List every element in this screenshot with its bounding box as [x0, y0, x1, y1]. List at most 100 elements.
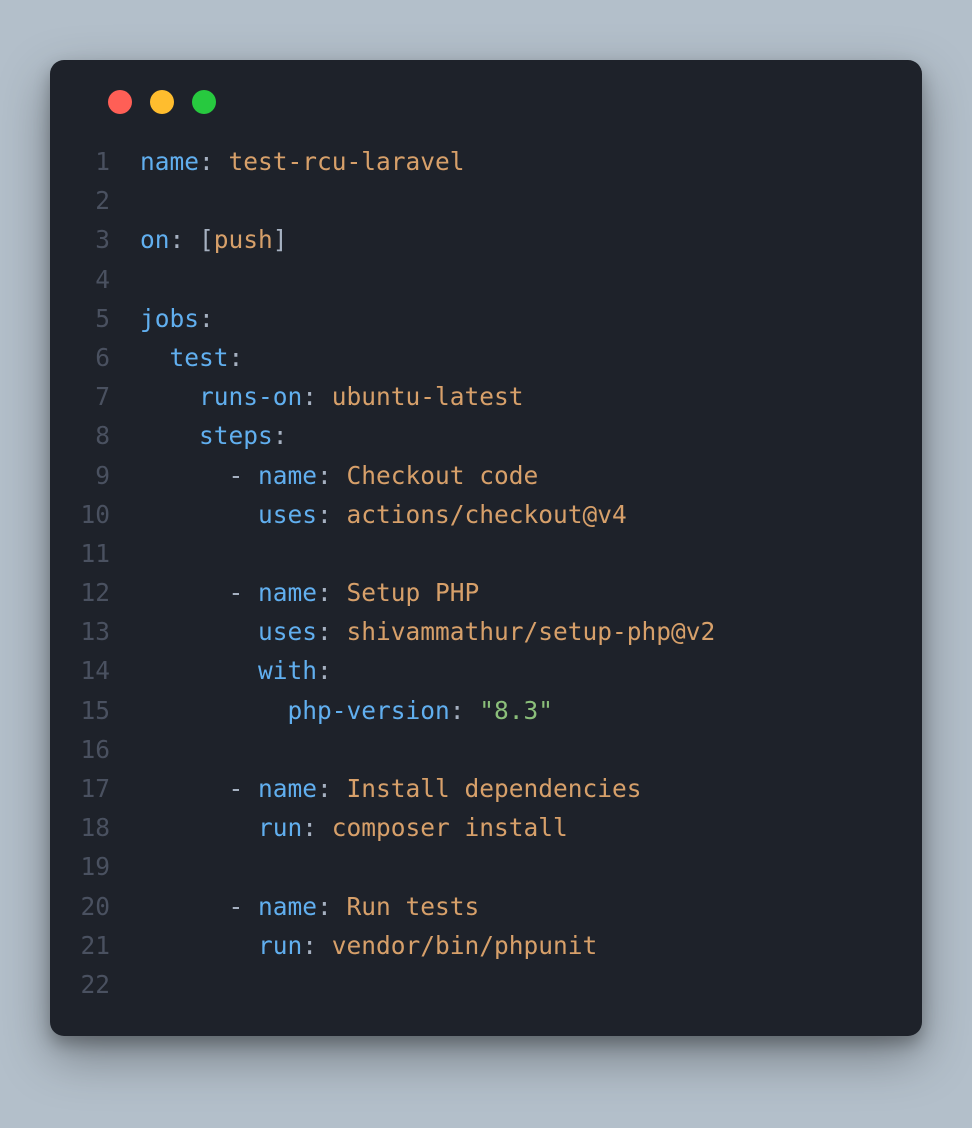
line-content	[140, 260, 886, 299]
line-content: - name: Setup PHP	[140, 573, 886, 612]
line-content	[140, 847, 886, 886]
code-token: uses	[258, 617, 317, 646]
line-content	[140, 181, 886, 220]
code-token	[140, 931, 258, 960]
code-token: :	[229, 343, 244, 372]
code-token: :	[317, 656, 332, 685]
code-token: Install dependencies	[347, 774, 642, 803]
code-token	[140, 617, 258, 646]
code-line: 1name: test-rcu-laravel	[50, 142, 886, 181]
line-number: 11	[50, 534, 140, 573]
line-content: with:	[140, 651, 886, 690]
line-number: 14	[50, 651, 140, 690]
code-token: ]	[273, 225, 288, 254]
line-content: run: vendor/bin/phpunit	[140, 926, 886, 965]
code-token: Setup PHP	[347, 578, 480, 607]
line-content: uses: shivammathur/setup-php@v2	[140, 612, 886, 651]
line-content: test:	[140, 338, 886, 377]
code-token: :	[317, 500, 347, 529]
code-line: 11	[50, 534, 886, 573]
code-token: push	[214, 225, 273, 254]
line-content: steps:	[140, 416, 886, 455]
code-token: name	[140, 147, 199, 176]
line-content	[140, 534, 886, 573]
code-line: 22	[50, 965, 886, 1004]
code-token: shivammathur/setup-php@v2	[347, 617, 716, 646]
code-token: :	[302, 813, 332, 842]
code-token: :	[450, 696, 480, 725]
code-line: 20 - name: Run tests	[50, 887, 886, 926]
code-token: test-rcu-laravel	[229, 147, 465, 176]
code-token: :	[302, 931, 332, 960]
code-token: vendor/bin/phpunit	[332, 931, 598, 960]
line-number: 9	[50, 456, 140, 495]
code-token: Run tests	[347, 892, 480, 921]
code-line: 2	[50, 181, 886, 220]
code-token	[140, 500, 258, 529]
code-token	[140, 696, 288, 725]
line-content	[140, 730, 886, 769]
code-token: -	[140, 461, 258, 490]
minimize-icon[interactable]	[150, 90, 174, 114]
code-token	[140, 813, 258, 842]
maximize-icon[interactable]	[192, 90, 216, 114]
code-token: jobs	[140, 304, 199, 333]
line-number: 20	[50, 887, 140, 926]
code-line: 17 - name: Install dependencies	[50, 769, 886, 808]
close-icon[interactable]	[108, 90, 132, 114]
code-token: run	[258, 813, 302, 842]
code-token: name	[258, 892, 317, 921]
code-token: composer install	[332, 813, 568, 842]
code-token: -	[140, 578, 258, 607]
code-token: name	[258, 461, 317, 490]
code-token: test	[170, 343, 229, 372]
line-content: uses: actions/checkout@v4	[140, 495, 886, 534]
line-number: 21	[50, 926, 140, 965]
code-token: :	[317, 578, 347, 607]
line-content: on: [push]	[140, 220, 886, 259]
code-token: :	[317, 617, 347, 646]
code-line: 19	[50, 847, 886, 886]
code-token: :	[302, 382, 332, 411]
code-token: :	[317, 774, 347, 803]
code-line: 4	[50, 260, 886, 299]
line-number: 15	[50, 691, 140, 730]
line-number: 13	[50, 612, 140, 651]
code-token: name	[258, 774, 317, 803]
code-line: 6 test:	[50, 338, 886, 377]
code-token: :	[199, 304, 214, 333]
line-number: 4	[50, 260, 140, 299]
line-content: - name: Run tests	[140, 887, 886, 926]
line-content	[140, 965, 886, 1004]
code-token: run	[258, 931, 302, 960]
line-content: php-version: "8.3"	[140, 691, 886, 730]
line-number: 6	[50, 338, 140, 377]
code-token: -	[140, 774, 258, 803]
line-content: run: composer install	[140, 808, 886, 847]
code-token: :	[273, 421, 288, 450]
line-number: 18	[50, 808, 140, 847]
line-content: runs-on: ubuntu-latest	[140, 377, 886, 416]
line-number: 8	[50, 416, 140, 455]
line-number: 2	[50, 181, 140, 220]
code-token	[140, 656, 258, 685]
line-number: 17	[50, 769, 140, 808]
code-token	[140, 343, 170, 372]
code-token: "8.3"	[479, 696, 553, 725]
code-token: steps	[199, 421, 273, 450]
code-line: 12 - name: Setup PHP	[50, 573, 886, 612]
code-token: name	[258, 578, 317, 607]
code-window: 1name: test-rcu-laravel2 3on: [push]4 5j…	[50, 60, 922, 1036]
window-titlebar	[50, 60, 922, 142]
line-content: - name: Checkout code	[140, 456, 886, 495]
line-number: 19	[50, 847, 140, 886]
code-line: 21 run: vendor/bin/phpunit	[50, 926, 886, 965]
line-number: 22	[50, 965, 140, 1004]
line-number: 7	[50, 377, 140, 416]
code-line: 7 runs-on: ubuntu-latest	[50, 377, 886, 416]
code-line: 5jobs:	[50, 299, 886, 338]
code-line: 9 - name: Checkout code	[50, 456, 886, 495]
code-token	[140, 421, 199, 450]
code-line: 14 with:	[50, 651, 886, 690]
code-line: 13 uses: shivammathur/setup-php@v2	[50, 612, 886, 651]
